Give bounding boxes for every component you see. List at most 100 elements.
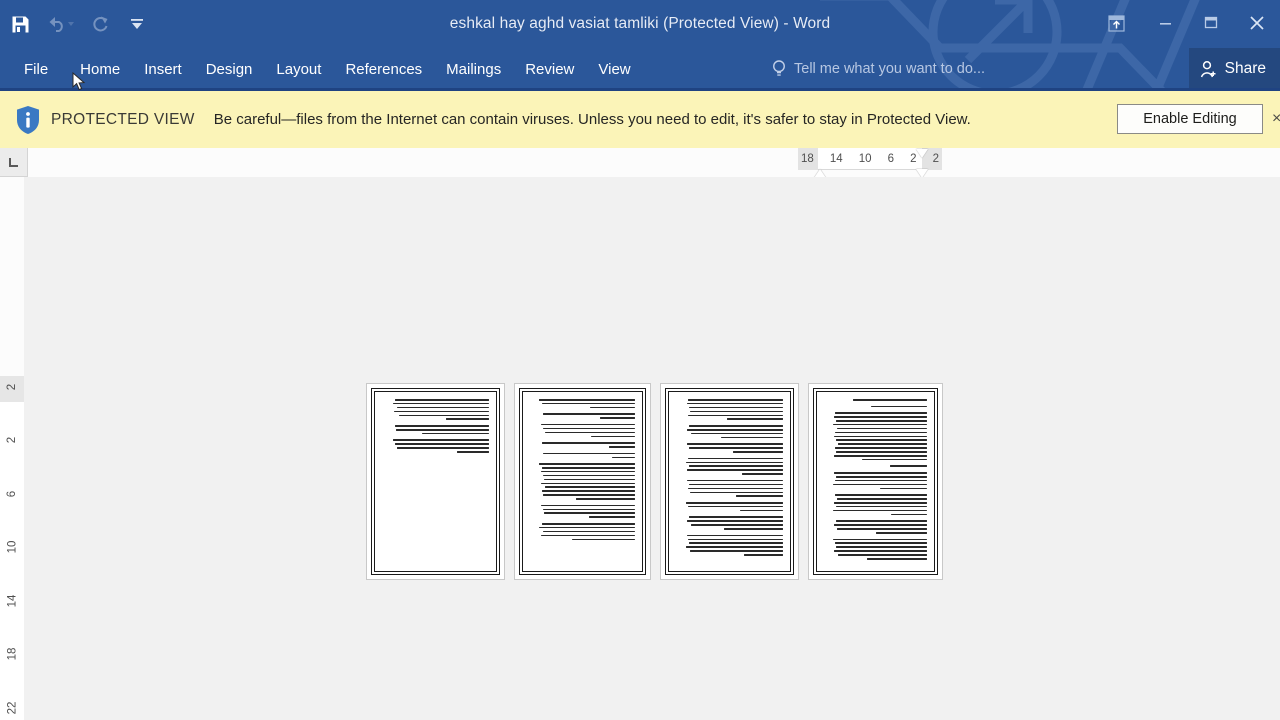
text-line <box>688 447 783 449</box>
document-page-2[interactable] <box>514 383 651 580</box>
text-line <box>687 538 783 541</box>
word-application-window: eshkal hay aghd vasiat tamliki (Protecte… <box>0 0 1280 720</box>
protected-view-bar: PROTECTED VIEW Be careful—files from the… <box>0 91 1280 148</box>
tab-view[interactable]: View <box>586 48 642 90</box>
text-line <box>835 431 927 434</box>
save-icon <box>12 16 28 32</box>
text-line <box>688 465 783 468</box>
text-line <box>835 447 927 449</box>
text-line <box>392 402 489 405</box>
text-line <box>834 550 927 552</box>
left-tab-stop-icon <box>9 157 18 167</box>
hruler-tick: 10 <box>858 153 872 165</box>
vruler-tick: 2 <box>6 383 18 391</box>
text-line <box>837 528 927 530</box>
tab-review[interactable]: Review <box>513 48 586 90</box>
info-shield-icon <box>17 105 39 134</box>
protected-view-close-button[interactable]: × <box>1272 110 1280 128</box>
text-line <box>686 428 783 431</box>
text-line <box>836 546 927 548</box>
tell-me-placeholder: Tell me what you want to do... <box>794 61 986 77</box>
horizontal-ruler[interactable]: 18 14 10 6 2 2 <box>28 148 1280 186</box>
page-border-frame <box>519 388 646 575</box>
paragraph <box>824 405 927 408</box>
page-border-frame <box>371 388 500 575</box>
text-line <box>890 513 927 516</box>
text-line <box>836 419 927 422</box>
text-line <box>393 410 489 413</box>
text-line <box>685 546 783 548</box>
page-border-frame <box>813 388 938 575</box>
undo-button[interactable] <box>40 4 80 44</box>
right-indent-top-marker[interactable] <box>916 149 928 158</box>
share-button[interactable]: Share <box>1188 48 1280 90</box>
page-thumbnail-row <box>366 383 943 580</box>
undo-icon <box>49 17 63 32</box>
document-canvas[interactable] <box>24 177 1280 720</box>
page-text-block <box>523 392 642 571</box>
text-line <box>686 520 783 522</box>
tab-layout[interactable]: Layout <box>264 48 333 90</box>
text-line <box>541 442 635 444</box>
ribbon-display-options-button[interactable] <box>1090 0 1142 46</box>
text-line <box>835 494 927 496</box>
document-page-1[interactable] <box>366 383 505 580</box>
redo-button[interactable] <box>80 4 120 44</box>
text-line <box>833 509 927 512</box>
vruler-tick: 6 <box>6 490 18 498</box>
text-line <box>541 522 635 525</box>
enable-editing-button[interactable]: Enable Editing <box>1117 104 1263 134</box>
paragraph <box>824 465 927 468</box>
vertical-ruler[interactable]: 2 2 6 10 14 18 22 26 <box>0 177 24 720</box>
text-line <box>835 542 927 545</box>
text-line <box>834 502 927 504</box>
tab-mailings[interactable]: Mailings <box>434 48 513 90</box>
text-line <box>688 542 783 545</box>
ribbon-tab-bar: File Home Insert Design Layout Reference… <box>0 48 1280 90</box>
text-line <box>686 479 783 482</box>
save-button[interactable] <box>0 4 40 44</box>
text-line <box>838 443 927 445</box>
text-line <box>871 405 927 408</box>
tab-file[interactable]: File <box>0 48 68 90</box>
text-line <box>835 412 927 414</box>
vertical-ruler-ticks: 2 2 6 10 14 18 22 26 <box>0 376 24 720</box>
restore-button[interactable] <box>1188 0 1234 46</box>
text-line <box>456 451 489 453</box>
document-page-3[interactable] <box>660 383 799 580</box>
tab-stop-selector[interactable] <box>0 148 28 177</box>
text-line <box>543 512 635 515</box>
text-line <box>611 456 635 459</box>
tab-references[interactable]: References <box>333 48 434 90</box>
info-shield-icon-wrap <box>10 105 46 135</box>
text-line <box>686 534 783 537</box>
text-line <box>688 516 783 518</box>
paragraph <box>530 522 635 541</box>
close-button[interactable] <box>1234 0 1280 46</box>
tell-me-search[interactable]: Tell me what you want to do... <box>772 48 985 90</box>
paragraph <box>824 538 927 560</box>
page-text-block <box>669 392 790 571</box>
undo-dropdown-icon[interactable] <box>67 22 74 26</box>
tab-insert[interactable]: Insert <box>132 48 194 90</box>
text-line <box>744 554 783 556</box>
page-border-frame <box>665 388 794 575</box>
hruler-tick: 14 <box>829 153 843 165</box>
document-page-4[interactable] <box>808 383 943 580</box>
customize-quick-access-toolbar-button[interactable] <box>120 4 154 44</box>
paragraph <box>530 423 635 438</box>
text-line <box>727 418 783 421</box>
text-line <box>685 461 783 464</box>
paragraph <box>676 399 783 421</box>
paragraph <box>530 413 635 419</box>
paragraph <box>824 494 927 516</box>
text-line <box>833 483 927 486</box>
text-line <box>589 406 635 409</box>
tab-home[interactable]: Home <box>68 48 132 90</box>
text-line <box>689 550 783 552</box>
tab-design[interactable]: Design <box>194 48 265 90</box>
text-line <box>686 443 783 445</box>
minimize-button[interactable] <box>1142 0 1188 46</box>
text-line <box>834 416 927 418</box>
text-line <box>608 446 635 448</box>
